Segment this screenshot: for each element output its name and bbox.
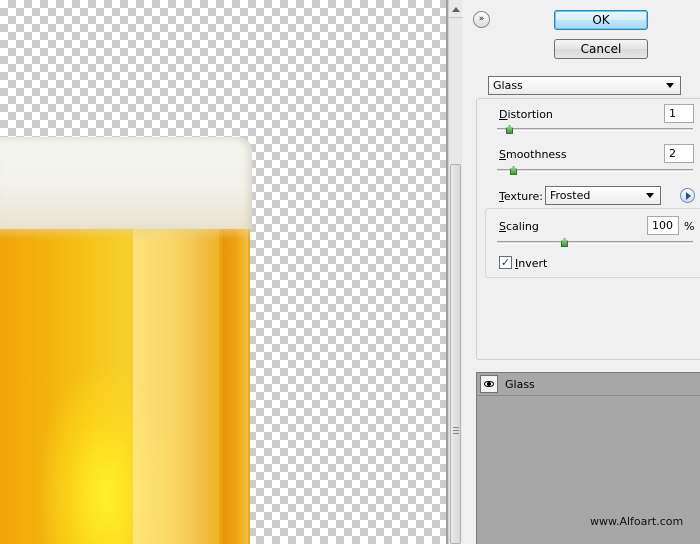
- eye-icon: [484, 381, 494, 387]
- scroll-grip-icon: [453, 427, 459, 434]
- cancel-button[interactable]: Cancel: [554, 39, 648, 59]
- distortion-slider[interactable]: [497, 128, 693, 131]
- checkmark-icon: ✓: [500, 256, 511, 269]
- menu-arrow-icon[interactable]: [680, 188, 695, 203]
- smoothness-field[interactable]: 2: [664, 144, 694, 163]
- invert-checkbox[interactable]: ✓: [499, 256, 512, 269]
- ok-button[interactable]: OK: [554, 10, 648, 30]
- dropdown-arrow-icon: [666, 83, 674, 88]
- distortion-field[interactable]: 1: [664, 104, 694, 123]
- smoothness-label: Smoothness: [499, 148, 567, 161]
- scroll-up-icon[interactable]: [449, 0, 463, 18]
- scroll-thumb[interactable]: [450, 164, 461, 544]
- filter-select-value: Glass: [493, 79, 523, 92]
- texture-label: Texture:: [499, 190, 543, 203]
- beer-foam: [0, 137, 252, 229]
- distortion-label: Distortion: [499, 108, 553, 121]
- beer-edge: [222, 226, 248, 544]
- visibility-toggle[interactable]: [480, 375, 498, 393]
- dropdown-arrow-icon: [646, 193, 654, 198]
- scaling-unit: %: [684, 220, 695, 233]
- preview-canvas[interactable]: [0, 0, 446, 544]
- texture-select[interactable]: Frosted: [545, 186, 661, 205]
- collapse-icon[interactable]: »: [473, 11, 490, 28]
- layer-row[interactable]: Glass: [477, 373, 700, 396]
- scaling-field[interactable]: 100: [647, 216, 679, 235]
- invert-label: Invert: [515, 257, 548, 270]
- smoothness-slider[interactable]: [497, 169, 693, 172]
- texture-select-value: Frosted: [550, 189, 591, 202]
- scaling-label: Scaling: [499, 220, 539, 233]
- filter-select[interactable]: Glass: [488, 76, 681, 95]
- preview-scrollbar[interactable]: [448, 0, 463, 544]
- beer-highlight: [133, 226, 219, 544]
- scaling-slider[interactable]: [497, 241, 693, 244]
- layer-name: Glass: [505, 378, 535, 391]
- watermark: www.Alfoart.com: [590, 515, 684, 528]
